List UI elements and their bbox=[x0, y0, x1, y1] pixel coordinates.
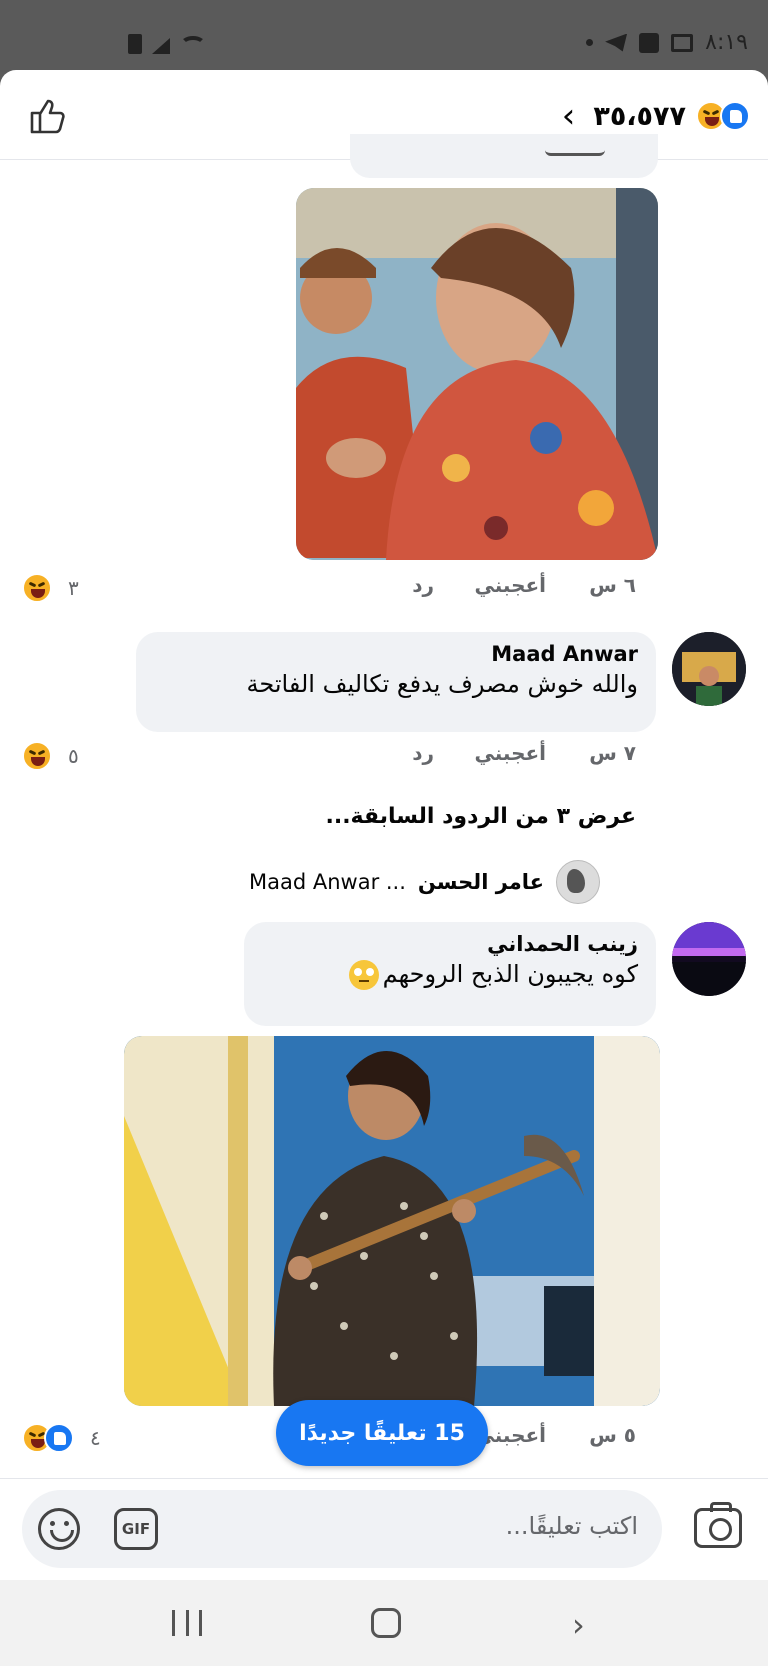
comment-bubble[interactable]: زينب الحمداني كوه يجيبون الذبح الروحهم bbox=[244, 922, 656, 1026]
wifi-icon bbox=[180, 36, 206, 54]
reaction-count: ٥ bbox=[68, 744, 79, 768]
avatar-image bbox=[672, 632, 746, 706]
battery-icon bbox=[128, 34, 142, 54]
comment-text: والله خوش مصرف يدفع تكاليف الفاتحة bbox=[246, 670, 639, 698]
clipped-comment-text bbox=[545, 150, 605, 156]
reply-text: Maad Anwar ... bbox=[248, 870, 406, 894]
reaction-count: ٣٥،٥٧٧ bbox=[593, 100, 686, 132]
reply-button[interactable]: رد bbox=[412, 573, 434, 597]
reply-author: عامر الحسن bbox=[417, 870, 544, 894]
thumbs-up-outline-icon[interactable] bbox=[28, 96, 68, 136]
facebook-icon bbox=[639, 32, 660, 53]
reaction-count: ٣ bbox=[68, 576, 79, 600]
comment-image-photo[interactable] bbox=[296, 188, 658, 560]
comment-time: ٧ س bbox=[589, 741, 636, 765]
comment-actions-row: ٧ س أعجبني رد ٥ bbox=[0, 741, 768, 781]
avatar-image bbox=[672, 922, 746, 996]
comment-text-content: كوه يجيبون الذبح الروحهم bbox=[382, 960, 638, 988]
system-navigation-bar: › bbox=[0, 1580, 768, 1666]
signal-icon bbox=[152, 38, 170, 54]
status-bar: ٨:١٩ bbox=[0, 0, 768, 72]
new-comments-pill[interactable]: 15 تعليقًا جديدًا bbox=[276, 1400, 488, 1466]
reply-preview[interactable]: عامر الحسن Maad Anwar ... bbox=[249, 860, 600, 904]
avatar[interactable] bbox=[672, 922, 746, 996]
telegram-icon bbox=[605, 33, 628, 52]
like-reaction-icon bbox=[44, 1423, 74, 1453]
status-icons-right: ٨:١٩ bbox=[586, 30, 748, 55]
status-icons-left bbox=[128, 34, 206, 54]
comment-input[interactable]: GIF اكتب تعليقًا... bbox=[22, 1490, 662, 1568]
comments-sheet: ‹ ٣٥،٥٧٧ ٦ س أعجبني رد ٣ Maad Anwar والل… bbox=[0, 70, 768, 1666]
clock-time: ٨:١٩ bbox=[705, 30, 748, 55]
reaction-count: ٤ bbox=[90, 1426, 101, 1450]
chevron-left-icon[interactable]: ‹ bbox=[562, 96, 576, 136]
like-button[interactable]: أعجبني bbox=[475, 741, 547, 765]
like-reaction-icon bbox=[720, 101, 750, 131]
comment-author[interactable]: زينب الحمداني bbox=[262, 932, 638, 956]
dot-icon bbox=[586, 39, 594, 46]
camera-icon[interactable] bbox=[694, 1502, 742, 1548]
back-button[interactable]: › bbox=[572, 1606, 585, 1644]
gallery-icon bbox=[671, 33, 694, 52]
emoji-icon[interactable] bbox=[38, 1508, 80, 1550]
comment-reactions[interactable]: ٣ bbox=[22, 573, 79, 603]
comment-image-photo[interactable] bbox=[124, 1036, 660, 1406]
home-button[interactable] bbox=[371, 1608, 401, 1638]
comment-reactions[interactable]: ٥ bbox=[22, 741, 79, 771]
comment-bubble[interactable]: Maad Anwar والله خوش مصرف يدفع تكاليف ال… bbox=[136, 632, 656, 732]
reply-button[interactable]: رد bbox=[412, 741, 434, 765]
face-with-rolling-eyes-icon bbox=[348, 960, 379, 990]
view-previous-replies-link[interactable]: عرض ٣ من الردود السابقة... bbox=[325, 804, 636, 829]
comment-placeholder: اكتب تعليقًا... bbox=[505, 1512, 638, 1540]
avatar bbox=[556, 860, 600, 904]
reaction-summary[interactable]: ‹ ٣٥،٥٧٧ bbox=[562, 96, 750, 136]
like-button[interactable]: أعجبني bbox=[475, 573, 547, 597]
recent-apps-button[interactable] bbox=[172, 1610, 202, 1636]
comment-reactions[interactable]: ٤ bbox=[22, 1423, 101, 1453]
gif-button[interactable]: GIF bbox=[114, 1508, 158, 1550]
haha-reaction-icon bbox=[22, 741, 52, 771]
comment-text: كوه يجيبون الذبح الروحهم bbox=[262, 960, 638, 990]
photo-illustration bbox=[296, 188, 658, 560]
comment-time: ٥ س bbox=[589, 1423, 636, 1447]
clipped-comment-bubble bbox=[350, 134, 658, 178]
divider bbox=[0, 1478, 768, 1479]
avatar[interactable] bbox=[672, 632, 746, 706]
haha-reaction-icon bbox=[22, 573, 52, 603]
comment-actions-row: ٦ س أعجبني رد ٣ bbox=[0, 573, 768, 613]
comment-author[interactable]: Maad Anwar bbox=[154, 642, 638, 666]
comment-time: ٦ س bbox=[589, 573, 636, 597]
photo-illustration bbox=[124, 1036, 660, 1406]
